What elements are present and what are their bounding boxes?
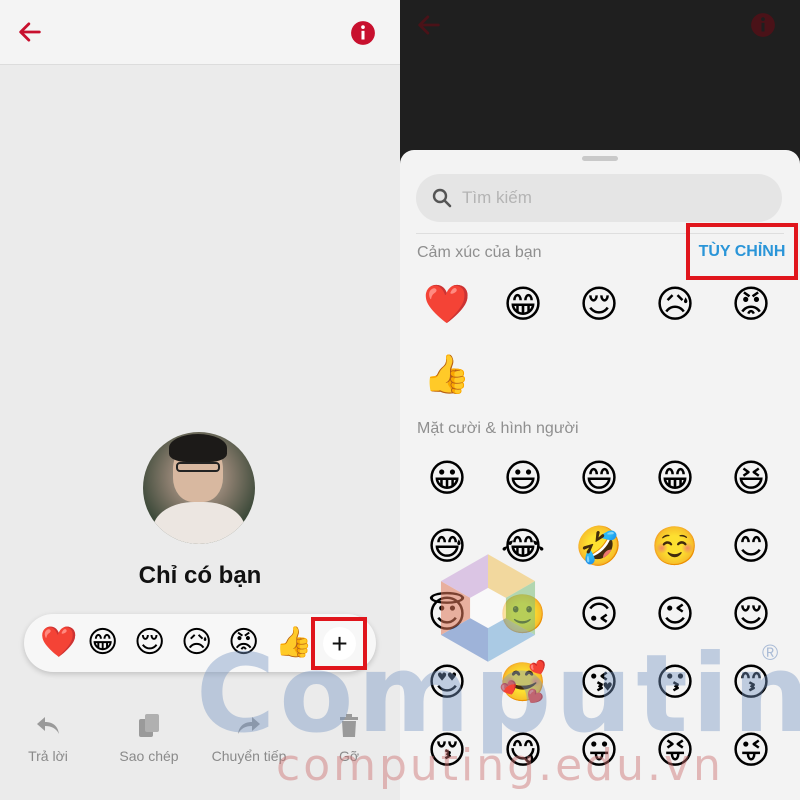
customize-button[interactable]: TÙY CHỈNH [686,223,798,280]
reply-icon [37,717,59,734]
emoji-cell[interactable]: 😊 [722,518,780,576]
reaction-grin[interactable]: 😁 [87,624,118,662]
info-button[interactable] [350,20,376,46]
emoji-cell[interactable]: 😃 [494,450,552,508]
info-button-dimmed[interactable] [750,12,776,38]
info-circle-icon [751,13,775,37]
emoji-thumbs-up[interactable]: 👍 [418,346,476,404]
watermark-brand: Computing [196,632,800,757]
emoji-cell[interactable]: 🤣 [570,518,628,576]
arrow-left-icon [19,22,41,42]
emoji-heart[interactable]: ❤️ [418,276,476,334]
emoji-cell[interactable]: 😁 [646,450,704,508]
chat-header [0,0,400,65]
search-icon [432,188,452,208]
reaction-relieved[interactable]: 😌 [134,624,165,662]
emoji-search-input[interactable] [462,185,762,211]
profile-name: Chỉ có bạn [138,562,262,589]
sheet-drag-handle[interactable] [582,156,618,161]
emoji-cell[interactable]: 😀 [418,450,476,508]
copy-label: Sao chép [119,748,179,764]
info-circle-icon [351,21,375,45]
back-button[interactable] [14,16,46,48]
emoji-angry[interactable]: 😡 [722,276,780,334]
avatar [143,432,255,544]
emoji-cell[interactable]: 😄 [570,450,628,508]
reaction-heart[interactable]: ❤️ [40,624,77,662]
emoji-grin[interactable]: 😁 [494,276,552,334]
emoji-sad[interactable]: 😥 [646,276,704,334]
emoji-relieved[interactable]: 😌 [570,276,628,334]
emoji-cell[interactable]: 😆 [722,450,780,508]
reply-action[interactable]: Trả lời [3,712,93,764]
back-button-dimmed[interactable] [414,10,444,40]
emoji-cell[interactable]: ☺️ [646,518,704,576]
your-reactions-title: Cảm xúc của bạn [417,244,542,261]
emoji-search-bar[interactable] [416,174,782,222]
smileys-title: Mặt cười & hình người [417,420,579,437]
copy-icon [139,714,159,737]
reply-label: Trả lời [28,748,68,764]
arrow-left-icon [418,15,440,35]
watermark-url: computing.edu.vn [276,740,724,791]
copy-action[interactable]: Sao chép [104,712,194,764]
watermark-registered-mark: ® [762,640,779,665]
